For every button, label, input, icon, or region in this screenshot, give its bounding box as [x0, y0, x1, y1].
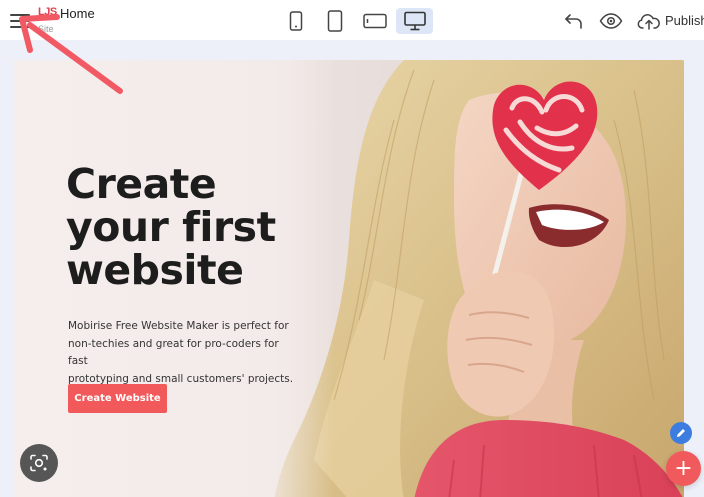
hero-title[interactable]: Create your first website	[66, 163, 306, 292]
hamburger-icon	[10, 14, 30, 16]
image-search-button[interactable]	[20, 444, 58, 482]
create-website-button[interactable]: Create Website	[68, 384, 167, 413]
hero-title-line: Create	[66, 160, 217, 208]
publish-icon-button[interactable]	[636, 9, 662, 33]
pencil-icon	[677, 429, 685, 437]
hero-section[interactable]: Create your first website Mobirise Free …	[14, 60, 684, 497]
hero-description-line: Mobirise Free Website Maker is perfect f…	[68, 320, 289, 332]
add-block-button[interactable]: +	[666, 451, 701, 486]
hero-description[interactable]: Mobirise Free Website Maker is perfect f…	[68, 318, 298, 388]
hamburger-icon-line	[10, 20, 30, 22]
publish-button[interactable]: Publish	[665, 13, 704, 28]
hero-title-line: website	[66, 246, 244, 294]
edit-block-button[interactable]	[670, 422, 692, 444]
editor-toolbar: LJS Home Site Publish	[0, 0, 704, 40]
cloud-upload-icon	[637, 14, 660, 30]
tablet-portrait-icon	[327, 10, 343, 32]
hamburger-menu-button[interactable]	[10, 13, 32, 31]
undo-arrow-icon	[565, 14, 582, 29]
camera-search-icon	[30, 454, 48, 472]
site-label: Site	[38, 24, 54, 34]
current-page-name[interactable]: Home	[60, 6, 95, 21]
hero-description-line: non-techies and great for pro-coders for…	[68, 337, 279, 368]
desktop-icon	[403, 11, 426, 31]
hero-title-line: your first	[66, 203, 276, 251]
eye-icon	[599, 13, 623, 29]
phone-view-button[interactable]	[285, 8, 307, 34]
preview-button[interactable]	[598, 9, 624, 33]
desktop-view-button[interactable]	[396, 8, 433, 34]
tablet-portrait-view-button[interactable]	[323, 8, 347, 34]
tablet-landscape-view-button[interactable]	[361, 8, 389, 34]
undo-button[interactable]	[563, 9, 585, 33]
mobirise-editor: LJS Home Site Publish Create your first …	[0, 0, 704, 497]
phone-icon	[289, 11, 303, 31]
tablet-landscape-icon	[363, 13, 387, 29]
site-logo: LJS	[38, 6, 57, 18]
plus-icon: +	[674, 455, 693, 481]
hero-photo-woman-with-lollipop	[254, 60, 684, 497]
hamburger-icon-line	[10, 26, 30, 28]
